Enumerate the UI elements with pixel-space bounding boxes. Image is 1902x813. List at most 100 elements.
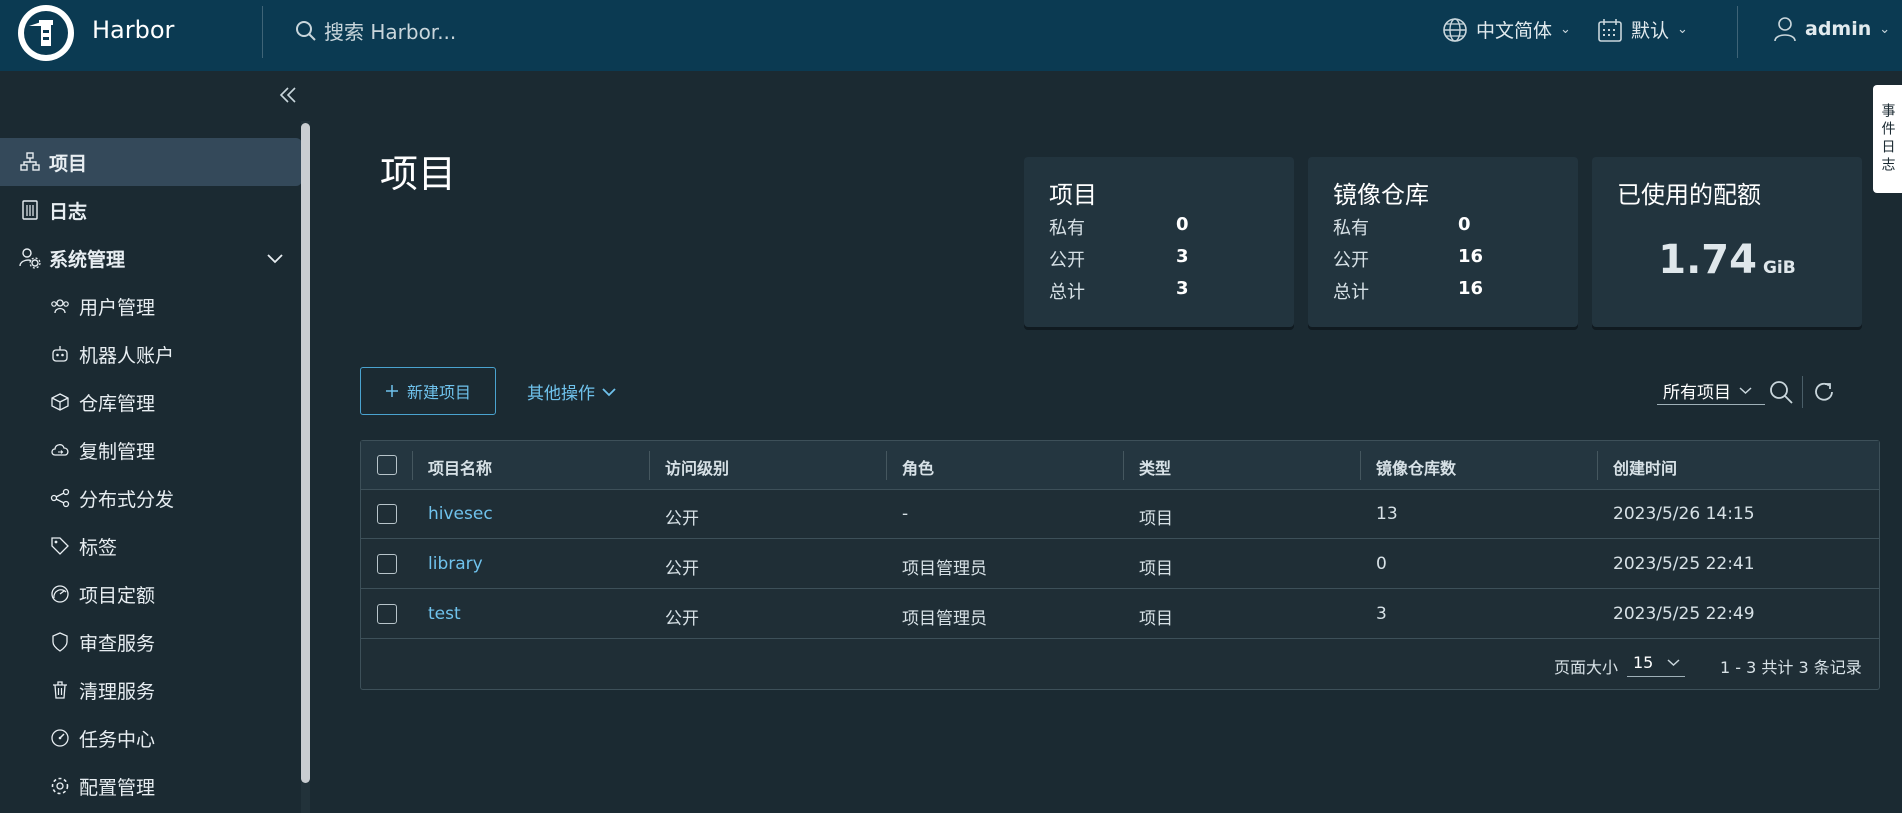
sidebar-item-distributions[interactable]: 分布式分发 <box>0 474 302 522</box>
row-checkbox[interactable] <box>377 554 397 574</box>
column-header-name[interactable]: 项目名称 <box>428 455 492 479</box>
column-header-type[interactable]: 类型 <box>1139 455 1171 479</box>
language-selector[interactable]: 中文简体 ⌄ <box>1442 16 1571 43</box>
sidebar-item-labels[interactable]: 标签 <box>0 522 302 570</box>
user-menu[interactable]: admin ⌄ <box>1773 16 1890 42</box>
row-checkbox[interactable] <box>377 504 397 524</box>
quota-usage: 1.74 GiB <box>1592 237 1862 283</box>
column-divider <box>1360 451 1361 480</box>
search-icon[interactable] <box>1768 379 1794 405</box>
column-divider <box>1123 451 1124 480</box>
column-header-access[interactable]: 访问级别 <box>665 455 729 479</box>
global-search[interactable]: 搜索 Harbor... <box>294 16 456 45</box>
brand-name[interactable]: Harbor <box>92 16 174 44</box>
toolbar-divider <box>1802 376 1803 408</box>
tag-icon <box>49 535 71 557</box>
column-divider <box>886 451 887 480</box>
new-project-button[interactable]: 新建项目 <box>360 367 496 415</box>
access-level: 公开 <box>665 559 699 579</box>
quota-value: 1.74 <box>1658 237 1757 283</box>
refresh-icon[interactable] <box>1811 379 1837 405</box>
calendar-icon <box>1597 17 1623 43</box>
sidebar-item-clean-up[interactable]: 清理服务 <box>0 666 302 714</box>
harbor-logo[interactable] <box>18 5 74 61</box>
sidebar-item-system-admin[interactable]: 系统管理 <box>0 234 302 282</box>
creation-time: 2023/5/26 14:15 <box>1613 504 1755 524</box>
sidebar-item-users[interactable]: 用户管理 <box>0 282 302 330</box>
project-filter-select[interactable]: 所有项目 <box>1657 377 1765 405</box>
table-row[interactable]: library 公开 项目管理员 项目 0 2023/5/25 22:41 <box>361 540 1879 589</box>
sidebar-item-label: 机器人账户 <box>79 344 175 367</box>
gear-icon <box>49 775 71 797</box>
total-label: 总计 <box>1049 282 1085 303</box>
creation-time: 2023/5/25 22:49 <box>1613 604 1755 624</box>
registry-icon <box>49 391 71 413</box>
share-icon <box>49 487 71 509</box>
new-project-label: 新建项目 <box>406 383 471 402</box>
projects-icon <box>19 151 41 173</box>
collapse-sidebar-icon[interactable] <box>276 83 300 107</box>
column-header-created[interactable]: 创建时间 <box>1613 455 1677 479</box>
table-header: 项目名称 访问级别 角色 类型 镜像仓库数 创建时间 <box>361 441 1879 490</box>
quota-unit: GiB <box>1762 258 1796 278</box>
project-name-link[interactable]: library <box>428 554 483 574</box>
header-divider <box>1737 6 1738 58</box>
project-name-link[interactable]: hivesec <box>428 504 493 524</box>
project-name-link[interactable]: test <box>428 604 461 624</box>
top-header: Harbor 搜索 Harbor... 中文简体 ⌄ 默认 ⌄ admin ⌄ <box>0 0 1902 71</box>
header-divider <box>262 6 263 58</box>
repo-count: 0 <box>1376 554 1387 574</box>
user-icon <box>1773 16 1797 42</box>
other-actions-label: 其他操作 <box>527 384 595 404</box>
table-row[interactable]: hivesec 公开 - 项目 13 2023/5/26 14:15 <box>361 490 1879 539</box>
sidebar-item-replications[interactable]: 复制管理 <box>0 426 302 474</box>
column-divider <box>412 451 413 480</box>
sidebar-item-registries[interactable]: 仓库管理 <box>0 378 302 426</box>
sidebar-item-project-quotas[interactable]: 项目定额 <box>0 570 302 618</box>
other-actions-dropdown[interactable]: 其他操作 <box>527 379 617 404</box>
column-header-repo-count[interactable]: 镜像仓库数 <box>1376 455 1456 479</box>
sidebar-item-label: 清理服务 <box>79 680 156 703</box>
sidebar-item-label: 系统管理 <box>49 248 126 271</box>
column-divider <box>1597 451 1598 480</box>
plus-icon <box>385 384 399 398</box>
access-level: 公开 <box>665 609 699 629</box>
table-row[interactable]: test 公开 项目管理员 项目 3 2023/5/25 22:49 <box>361 590 1879 639</box>
record-count: 1 - 3 共计 3 条记录 <box>1720 658 1862 677</box>
creation-time: 2023/5/25 22:41 <box>1613 554 1755 574</box>
sidebar-item-label: 配置管理 <box>79 776 156 799</box>
sidebar-item-robot-accounts[interactable]: 机器人账户 <box>0 330 302 378</box>
column-divider <box>649 451 650 480</box>
datetime-format-selector[interactable]: 默认 ⌄ <box>1597 16 1688 43</box>
page-size-value: 15 <box>1633 653 1654 672</box>
trash-icon <box>49 679 71 701</box>
projects-table: 项目名称 访问级别 角色 类型 镜像仓库数 创建时间 hivesec 公开 - … <box>360 440 1880 690</box>
chevron-down-icon: ⌄ <box>1677 22 1688 37</box>
robot-icon <box>49 343 71 365</box>
sidebar-item-interrogation-services[interactable]: 审查服务 <box>0 618 302 666</box>
sidebar-scrollbar-thumb[interactable] <box>301 123 310 783</box>
sidebar-item-job-service[interactable]: 任务中心 <box>0 714 302 762</box>
cloud-sync-icon <box>49 439 71 461</box>
private-count: 0 <box>1458 214 1471 235</box>
sidebar-item-label: 审查服务 <box>79 632 156 655</box>
card-title: 已使用的配额 <box>1617 181 1761 209</box>
chevron-down-icon[interactable] <box>266 252 284 264</box>
sidebar-item-label: 项目 <box>49 152 88 175</box>
sidebar-item-label: 用户管理 <box>79 296 156 319</box>
search-icon <box>294 19 318 43</box>
column-header-role[interactable]: 角色 <box>902 455 934 479</box>
sidebar-item-configuration[interactable]: 配置管理 <box>0 762 302 810</box>
role: - <box>902 504 909 524</box>
sidebar-item-logs[interactable]: 日志 <box>0 186 302 234</box>
row-checkbox[interactable] <box>377 604 397 624</box>
projects-summary-card: 项目 私有 0 公开 3 总计 3 <box>1024 157 1294 327</box>
role: 项目管理员 <box>902 609 987 629</box>
sidebar-item-label: 仓库管理 <box>79 392 156 415</box>
public-label: 公开 <box>1049 250 1085 271</box>
page-size-select[interactable]: 15 <box>1627 649 1685 677</box>
event-log-tab[interactable]: 事件日志 <box>1873 85 1902 193</box>
sidebar-item-projects[interactable]: 项目 <box>0 138 302 186</box>
event-log-label: 事件日志 <box>1879 103 1896 175</box>
select-all-checkbox[interactable] <box>377 455 397 475</box>
